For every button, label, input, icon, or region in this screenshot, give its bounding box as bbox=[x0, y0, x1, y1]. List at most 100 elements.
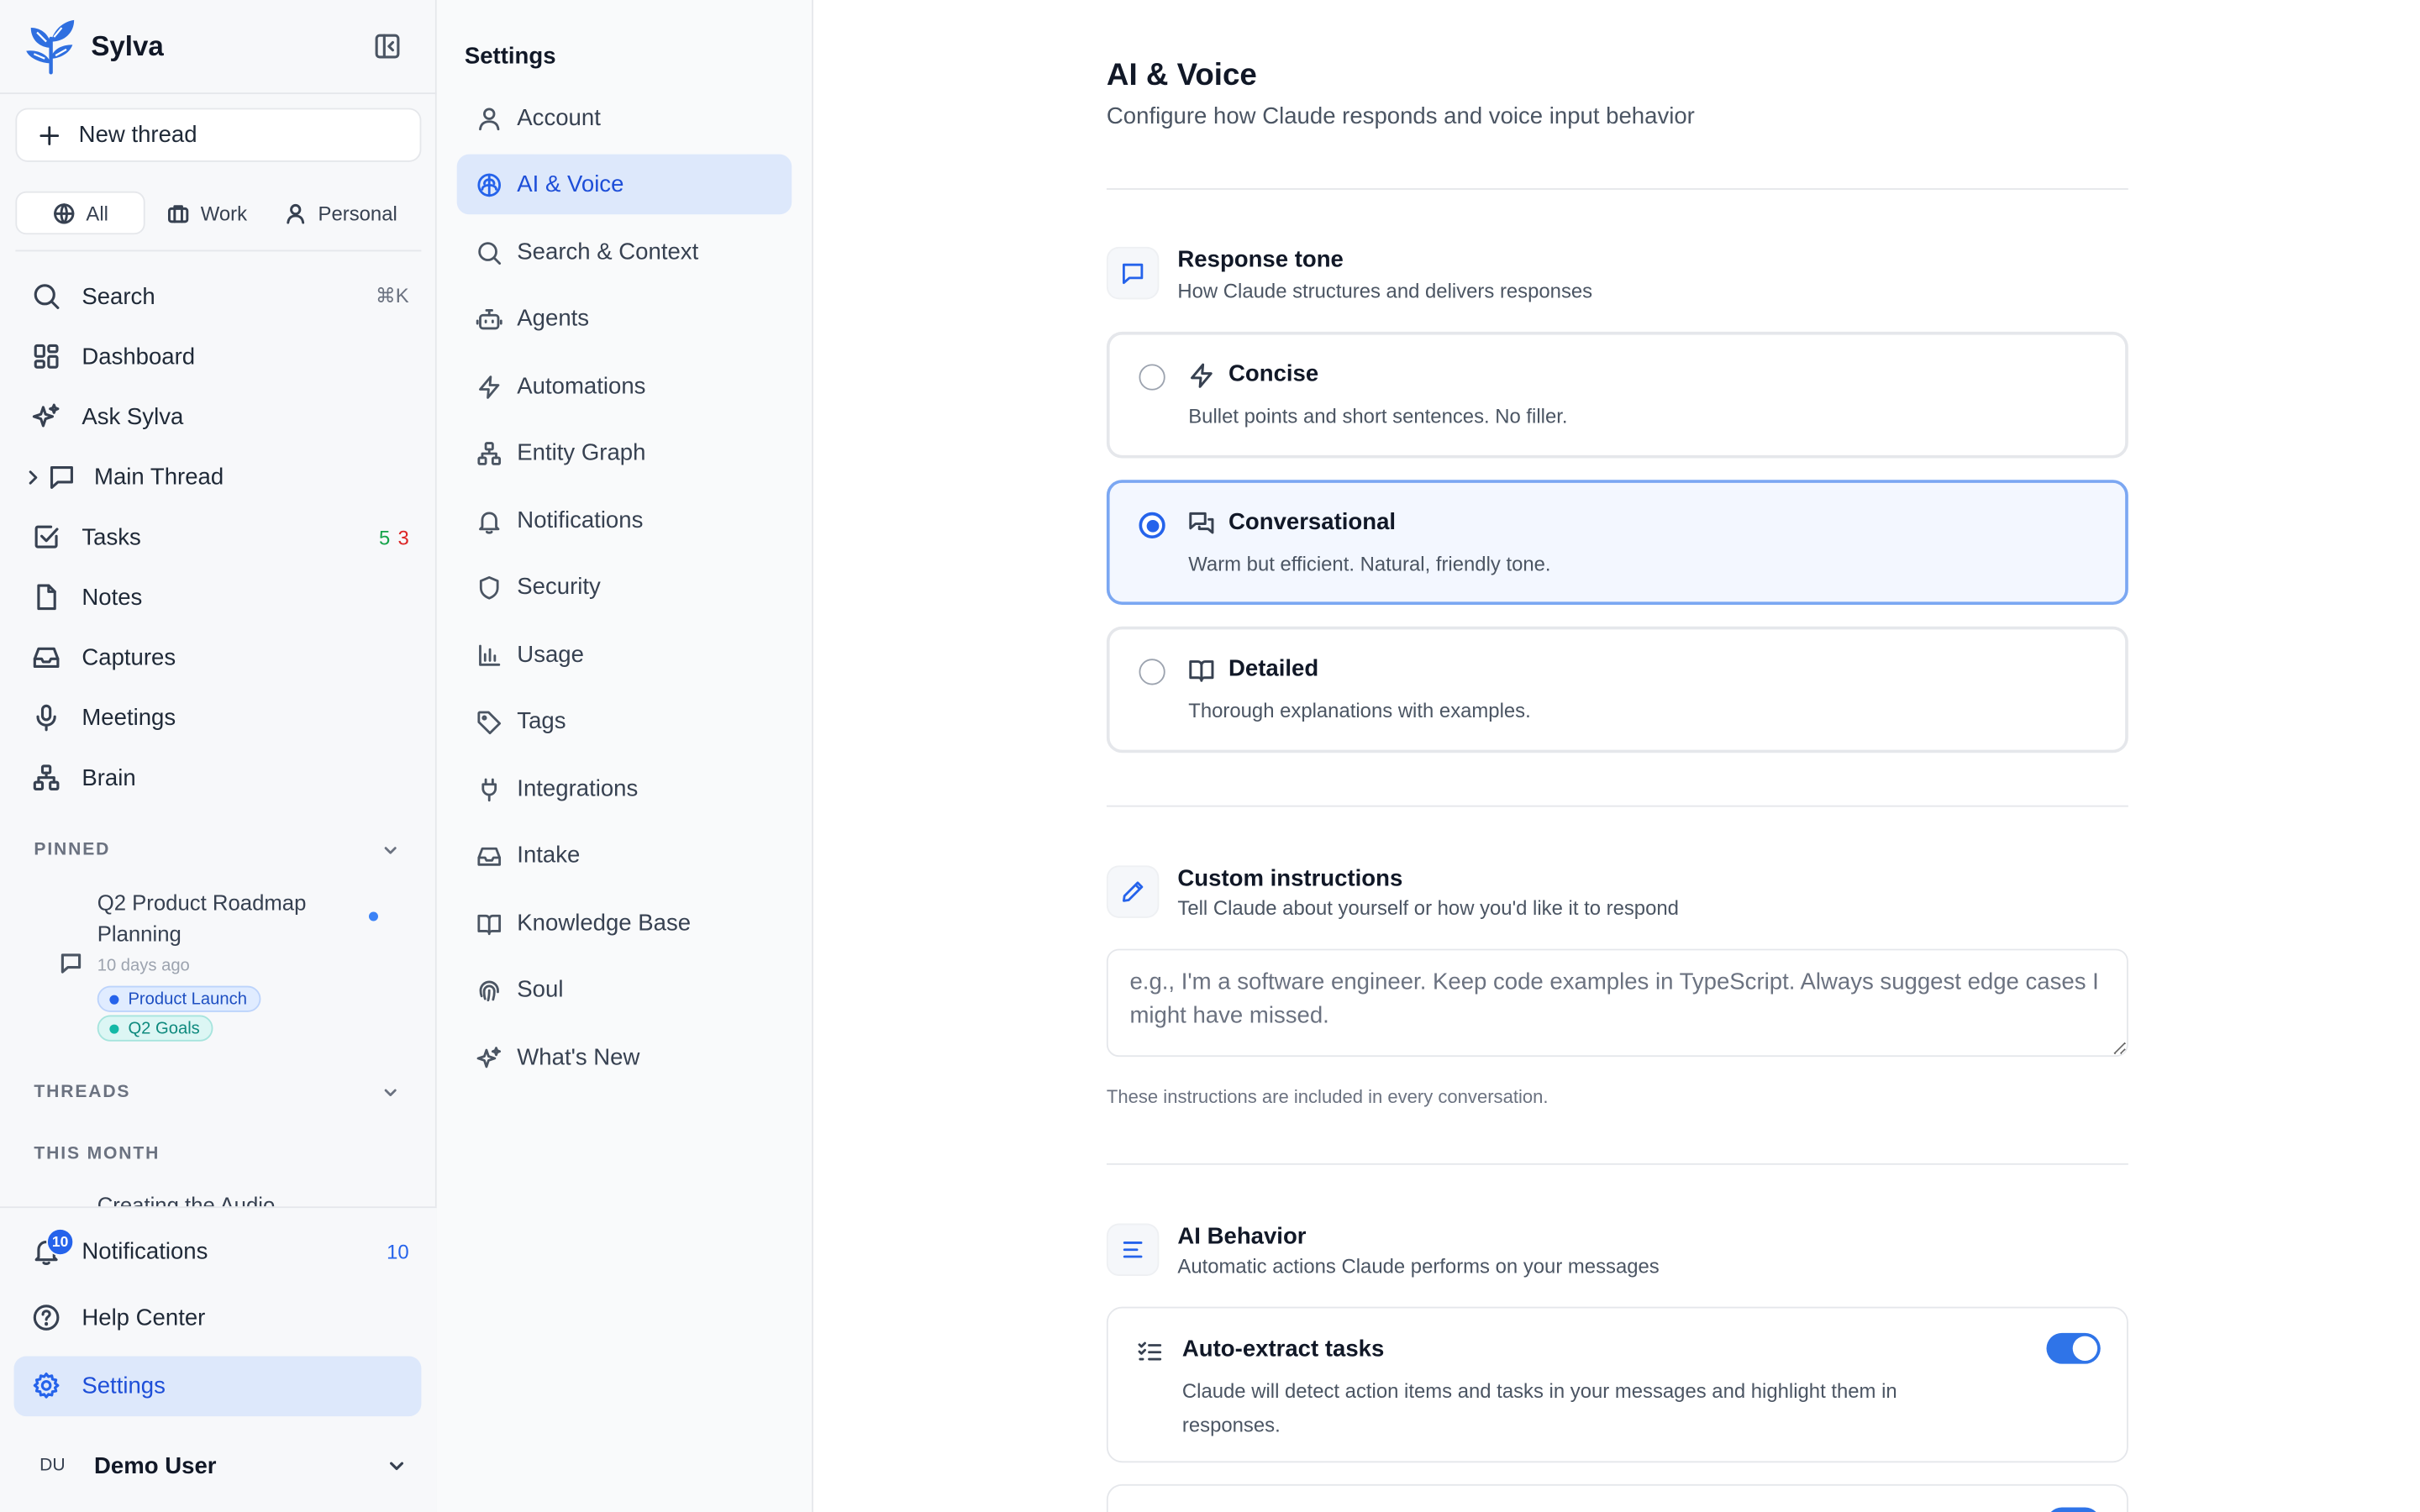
settings-item-usage[interactable]: Usage bbox=[457, 625, 792, 685]
search-icon bbox=[34, 284, 60, 309]
sidebar-item-search[interactable]: Search ⌘K bbox=[31, 271, 409, 321]
pinned-thread-time: 10 days ago bbox=[97, 956, 190, 975]
globe-icon bbox=[53, 202, 74, 223]
tone-option-desc: Bullet points and short sentences. No fi… bbox=[1188, 404, 1568, 428]
app-sidebar: Sylva New thread All Work Personal Searc… bbox=[0, 0, 437, 1512]
sidebar-item-dashboard[interactable]: Dashboard bbox=[31, 332, 409, 381]
sylva-logo-icon bbox=[26, 19, 75, 75]
settings-item-label: Intake bbox=[517, 842, 581, 869]
settings-item-ai-voice[interactable]: AI & Voice bbox=[456, 154, 792, 215]
settings-item-label: Agents bbox=[517, 305, 590, 332]
next-toggle[interactable] bbox=[2046, 1507, 2101, 1512]
sidebar-item-label: Notifications bbox=[82, 1237, 208, 1265]
tone-option-detailed[interactable]: Detailed Thorough explanations with exam… bbox=[1106, 626, 2128, 753]
sidebar-item-label: Main Thread bbox=[94, 463, 224, 491]
toggle-card-auto-extract-tasks: Auto-extract tasks Claude will detect ac… bbox=[1106, 1306, 2128, 1463]
align-left-icon bbox=[1123, 1242, 1143, 1258]
filter-tab-personal[interactable]: Personal bbox=[269, 192, 413, 234]
unread-dot bbox=[368, 911, 378, 921]
sidebar-collapse-icon[interactable] bbox=[372, 31, 403, 62]
radio-button-selected[interactable] bbox=[1139, 512, 1165, 539]
sidebar-item-label: Dashboard bbox=[82, 343, 196, 370]
chevron-down-icon[interactable] bbox=[380, 839, 402, 861]
plug-icon bbox=[481, 777, 497, 801]
settings-item-agents[interactable]: Agents bbox=[457, 288, 792, 349]
tag-chip-product-launch[interactable]: Product Launch bbox=[97, 985, 261, 1012]
settings-item-label: Soul bbox=[517, 976, 564, 1003]
custom-instructions-textarea[interactable] bbox=[1106, 948, 2128, 1058]
brand-name: Sylva bbox=[91, 30, 164, 62]
sidebar-item-label: Brain bbox=[82, 764, 136, 791]
sparkles-icon bbox=[476, 1046, 502, 1068]
settings-item-tags[interactable]: Tags bbox=[457, 691, 792, 752]
ai-behavior-subtitle: Automatic actions Claude performs on you… bbox=[1177, 1254, 1660, 1278]
sidebar-item-main-thread[interactable]: Main Thread bbox=[24, 452, 408, 501]
tag-label: Q2 Goals bbox=[128, 1019, 200, 1038]
settings-item-soul[interactable]: Soul bbox=[457, 959, 792, 1020]
pencil-icon bbox=[1122, 881, 1144, 902]
sidebar-item-meetings[interactable]: Meetings bbox=[31, 693, 409, 743]
filter-tab-work[interactable]: Work bbox=[151, 192, 262, 234]
response-tone-section-icon bbox=[1106, 246, 1160, 300]
briefcase-icon bbox=[167, 204, 189, 223]
settings-item-entity-graph[interactable]: Entity Graph bbox=[457, 423, 792, 483]
filter-tab-all[interactable]: All bbox=[15, 191, 145, 235]
bell-icon bbox=[479, 511, 500, 533]
settings-item-security[interactable]: Security bbox=[457, 557, 792, 617]
ai-behavior-title: AI Behavior bbox=[1177, 1223, 1307, 1250]
settings-item-account[interactable]: Account bbox=[457, 88, 792, 149]
sidebar-item-notes[interactable]: Notes bbox=[31, 572, 409, 622]
user-icon bbox=[479, 107, 500, 130]
sidebar-item-tasks[interactable]: Tasks 53 bbox=[31, 512, 409, 562]
settings-item-knowledge-base[interactable]: Knowledge Base bbox=[457, 893, 792, 953]
sidebar-item-captures[interactable]: Captures bbox=[31, 633, 409, 682]
tag-label: Product Launch bbox=[128, 990, 247, 1009]
sidebar-item-label: Tasks bbox=[82, 523, 141, 550]
list-checks-icon bbox=[1138, 1341, 1162, 1361]
settings-item-notifications[interactable]: Notifications bbox=[457, 491, 792, 551]
auto-extract-tasks-toggle[interactable] bbox=[2046, 1332, 2101, 1364]
tone-option-concise[interactable]: Concise Bullet points and short sentence… bbox=[1106, 331, 2128, 459]
tone-option-title: Detailed bbox=[1228, 655, 1319, 682]
toggle-description: Claude will detect action items and task… bbox=[1181, 1379, 1897, 1436]
user-name: Demo User bbox=[94, 1452, 217, 1479]
sidebar-item-help-center[interactable]: Help Center bbox=[31, 1293, 409, 1342]
sidebar-item-ask-sylva[interactable]: Ask Sylva bbox=[31, 392, 409, 442]
settings-item-label: Knowledge Base bbox=[517, 910, 692, 937]
sidebar-item-notifications[interactable]: Notifications 10 bbox=[31, 1226, 409, 1276]
sidebar-item-settings[interactable]: Settings bbox=[31, 1361, 409, 1410]
chevron-down-icon[interactable] bbox=[380, 1082, 402, 1104]
tag-chip-q2-goals[interactable]: Q2 Goals bbox=[97, 1015, 214, 1042]
sidebar-item-label: Meetings bbox=[82, 704, 176, 731]
tone-option-conversational[interactable]: Conversational Warm but efficient. Natur… bbox=[1106, 480, 2128, 605]
user-menu[interactable]: DU Demo User bbox=[31, 1442, 409, 1488]
thread-item-title[interactable]: Creating the Audio bbox=[97, 1189, 276, 1207]
pinned-thread-title: Q2 Product Roadmap Planning bbox=[97, 890, 307, 946]
settings-item-label: Automations bbox=[517, 373, 646, 400]
settings-item-search-context[interactable]: Search & Context bbox=[457, 222, 792, 282]
user-icon bbox=[287, 203, 305, 223]
messages-square-icon bbox=[1189, 512, 1214, 534]
sidebar-item-brain[interactable]: Brain bbox=[31, 753, 409, 802]
gear-icon bbox=[33, 1373, 60, 1399]
settings-item-whats-new[interactable]: What's New bbox=[457, 1027, 792, 1088]
sparkles-icon bbox=[32, 403, 60, 428]
filter-tab-label: Personal bbox=[318, 201, 397, 225]
threads-section-label: THREADS bbox=[34, 1083, 131, 1102]
pinned-section-label: PINNED bbox=[34, 841, 111, 860]
settings-item-automations[interactable]: Automations bbox=[457, 356, 792, 417]
radio-button[interactable] bbox=[1139, 364, 1165, 391]
custom-instructions-help: These instructions are included in every… bbox=[1106, 1086, 1549, 1108]
radio-button[interactable] bbox=[1139, 659, 1165, 685]
chevron-right-icon[interactable] bbox=[24, 468, 41, 485]
settings-item-integrations[interactable]: Integrations bbox=[457, 759, 792, 820]
settings-item-intake[interactable]: Intake bbox=[457, 826, 792, 886]
plus-icon bbox=[39, 125, 60, 145]
sidebar-item-label: Captures bbox=[82, 643, 176, 671]
brain-icon bbox=[477, 172, 502, 197]
section-divider bbox=[1106, 188, 2128, 190]
section-divider bbox=[1106, 1163, 2128, 1165]
sidebar-item-label: Search bbox=[82, 283, 155, 310]
inbox-icon bbox=[33, 647, 60, 669]
new-thread-button[interactable]: New thread bbox=[15, 108, 422, 162]
